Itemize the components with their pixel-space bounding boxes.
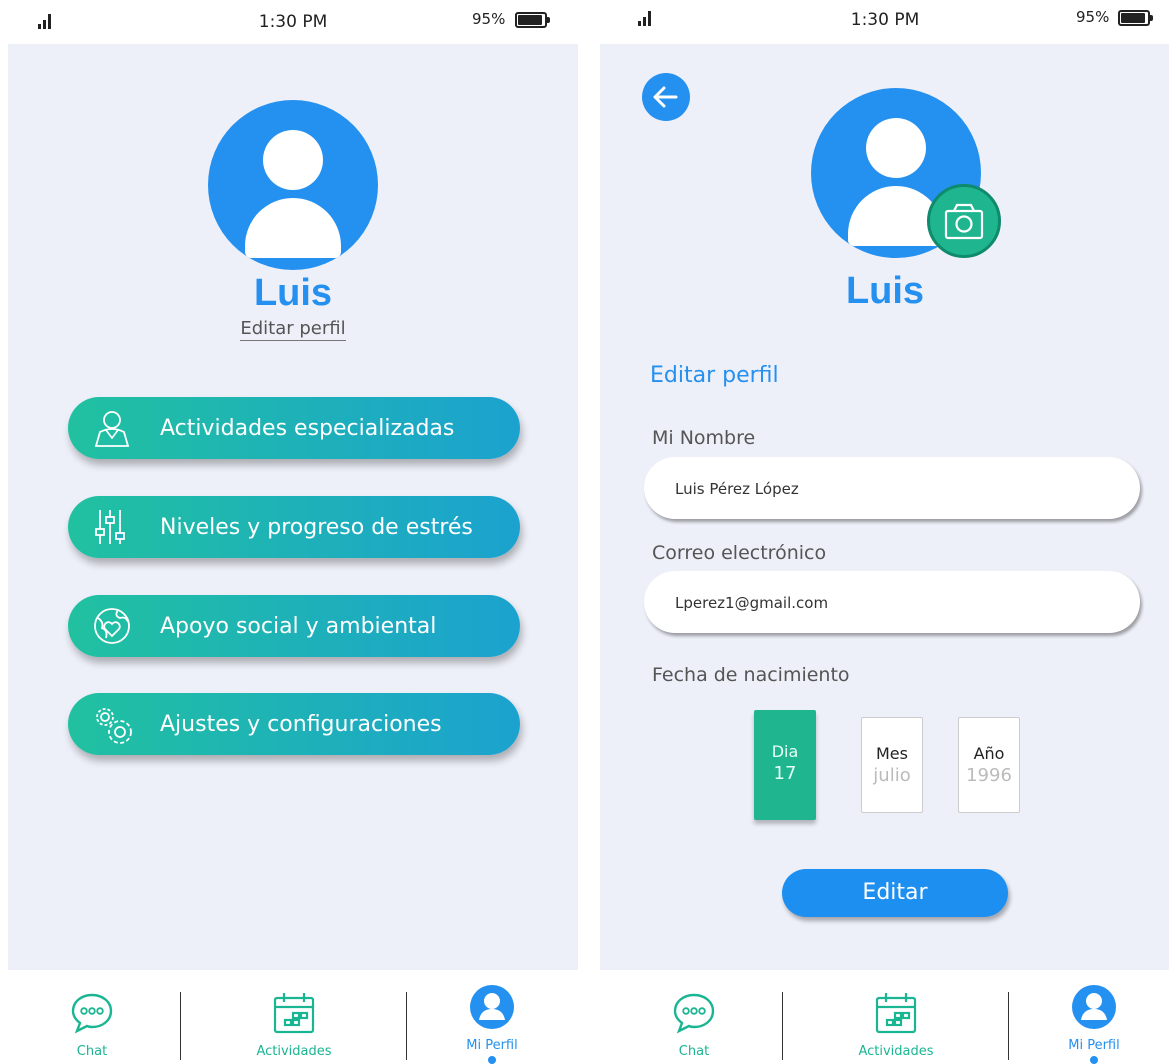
calendar-icon bbox=[273, 993, 315, 1034]
nav-divider bbox=[782, 992, 783, 1060]
menu-social-support[interactable]: Apoyo social y ambiental bbox=[68, 595, 520, 657]
edit-profile-screen: 1:30 PM 95% Luis Editar perfil Mi Nombre… bbox=[600, 0, 1169, 1064]
month-label: Mes bbox=[876, 744, 908, 763]
edit-content: Luis Editar perfil Mi Nombre Luis Pérez … bbox=[600, 44, 1169, 970]
nav-divider bbox=[406, 992, 407, 1060]
menu-label: Apoyo social y ambiental bbox=[160, 614, 437, 639]
gears-icon bbox=[96, 708, 132, 744]
edit-profile-link[interactable]: Editar perfil bbox=[8, 318, 578, 341]
globe-heart-icon bbox=[94, 608, 130, 644]
menu-specialized-activities[interactable]: Actividades especializadas bbox=[68, 397, 520, 459]
nav-label: Chat bbox=[678, 1044, 710, 1059]
specialist-person-icon bbox=[94, 411, 130, 447]
menu-label: Actividades especializadas bbox=[160, 416, 455, 441]
battery-icon bbox=[1118, 10, 1153, 26]
year-label: Año bbox=[973, 744, 1005, 763]
battery-percent: 95% bbox=[1076, 8, 1110, 26]
day-picker[interactable]: Dia 17 bbox=[754, 710, 816, 820]
nav-label: Actividades bbox=[256, 1044, 332, 1059]
menu-settings[interactable]: Ajustes y configuraciones bbox=[68, 693, 520, 755]
change-photo-button[interactable] bbox=[927, 184, 1001, 258]
name-value: Luis Pérez López bbox=[675, 480, 799, 498]
profile-content: Luis Editar perfil Actividades especiali… bbox=[8, 44, 578, 970]
user-name: Luis bbox=[253, 272, 333, 314]
bottom-nav: Chat Actividades Mi Perfil bbox=[8, 970, 578, 1064]
active-indicator bbox=[488, 1056, 496, 1064]
nav-label: Chat bbox=[76, 1044, 108, 1059]
edit-submit-button[interactable]: Editar bbox=[782, 869, 1008, 917]
menu-label: Niveles y progreso de estrés bbox=[160, 515, 473, 540]
back-button[interactable] bbox=[642, 73, 690, 121]
chat-bubble-icon bbox=[673, 993, 715, 1034]
day-label: Dia bbox=[771, 742, 799, 761]
bottom-nav: Chat Actividades Mi Perfil bbox=[600, 970, 1169, 1064]
profile-avatar bbox=[208, 100, 378, 270]
month-picker[interactable]: Mes julio bbox=[861, 717, 923, 813]
sliders-icon bbox=[95, 510, 125, 544]
profile-icon bbox=[1072, 985, 1116, 1029]
nav-label: Actividades bbox=[858, 1044, 934, 1059]
month-value: julio bbox=[873, 765, 911, 786]
menu-label: Ajustes y configuraciones bbox=[160, 712, 442, 737]
nav-divider bbox=[1008, 992, 1009, 1060]
name-field[interactable]: Luis Pérez López bbox=[644, 457, 1140, 519]
email-value: Lperez1@gmail.com bbox=[675, 594, 829, 612]
nav-label: Mi Perfil bbox=[466, 1038, 518, 1053]
chat-bubble-icon bbox=[71, 993, 113, 1034]
arrow-left-icon bbox=[653, 86, 678, 108]
status-bar: 1:30 PM 95% bbox=[600, 0, 1169, 44]
user-name: Luis bbox=[845, 270, 925, 312]
nav-label: Mi Perfil bbox=[1068, 1038, 1120, 1053]
email-label: Correo electrónico bbox=[652, 542, 827, 564]
active-indicator bbox=[1090, 1056, 1098, 1064]
camera-icon bbox=[944, 203, 984, 240]
menu-stress-levels[interactable]: Niveles y progreso de estrés bbox=[68, 496, 520, 558]
battery-icon bbox=[515, 12, 550, 28]
profile-icon bbox=[470, 985, 514, 1029]
nav-divider bbox=[180, 992, 181, 1060]
email-field[interactable]: Lperez1@gmail.com bbox=[644, 571, 1140, 633]
calendar-icon bbox=[875, 993, 917, 1034]
status-bar: 1:30 PM 95% bbox=[8, 0, 578, 44]
year-picker[interactable]: Año 1996 bbox=[958, 717, 1020, 813]
name-label: Mi Nombre bbox=[652, 427, 756, 449]
birthdate-label: Fecha de nacimiento bbox=[652, 664, 850, 686]
battery-percent: 95% bbox=[472, 10, 506, 28]
section-title: Editar perfil bbox=[650, 363, 779, 388]
year-value: 1996 bbox=[966, 765, 1012, 786]
day-value: 17 bbox=[773, 763, 797, 784]
profile-screen: 1:30 PM 95% Luis Editar perfil Actividad… bbox=[8, 0, 578, 1064]
